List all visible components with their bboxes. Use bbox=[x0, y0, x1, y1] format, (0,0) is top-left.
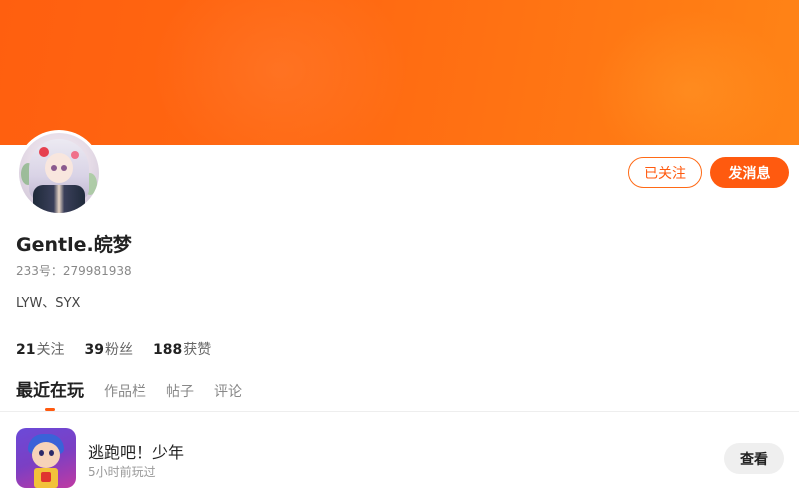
stat-number: 188 bbox=[152, 342, 183, 358]
game-icon-art-face bbox=[32, 442, 60, 468]
avatar-art-flower bbox=[39, 147, 49, 157]
profile-banner bbox=[0, 0, 799, 145]
game-icon-art-eye bbox=[49, 450, 54, 456]
stat-number: 21 bbox=[16, 342, 36, 358]
following-button[interactable]: 已关注 bbox=[628, 157, 702, 188]
profile-bio: LYW、SYX bbox=[16, 296, 81, 311]
stat-label: 粉丝 bbox=[104, 342, 133, 358]
banner-decoration bbox=[590, 10, 790, 145]
profile-stats: 21 关注 39 粉丝 188 获赞 bbox=[16, 339, 211, 359]
banner-decoration bbox=[150, 0, 410, 145]
tab-recently-played[interactable]: 最近在玩 bbox=[16, 376, 84, 411]
tab-label: 作品栏 bbox=[104, 384, 146, 400]
tab-works[interactable]: 作品栏 bbox=[104, 381, 146, 411]
profile-name: Gentle.皖梦 bbox=[16, 234, 132, 256]
game-icon-art-box bbox=[34, 468, 58, 488]
stat-following[interactable]: 21 关注 bbox=[16, 339, 64, 359]
stat-label: 获赞 bbox=[183, 342, 212, 358]
avatar[interactable] bbox=[16, 130, 102, 216]
tabs-divider bbox=[0, 411, 799, 412]
avatar-image bbox=[19, 133, 99, 213]
tab-label: 最近在玩 bbox=[16, 381, 84, 401]
stat-followers[interactable]: 39 粉丝 bbox=[84, 339, 132, 359]
tab-label: 评论 bbox=[214, 384, 242, 400]
avatar-art-face bbox=[45, 153, 73, 183]
game-icon[interactable] bbox=[16, 428, 76, 488]
tab-posts[interactable]: 帖子 bbox=[166, 381, 194, 411]
profile-tabs: 最近在玩 作品栏 帖子 评论 bbox=[16, 376, 242, 411]
avatar-art-kimono bbox=[33, 185, 85, 213]
view-game-button[interactable]: 查看 bbox=[724, 443, 784, 474]
game-icon-art-eye bbox=[39, 450, 44, 456]
last-played-time: 5小时前玩过 bbox=[88, 465, 156, 479]
tab-label: 帖子 bbox=[166, 384, 194, 400]
stat-label: 关注 bbox=[36, 342, 65, 358]
list-item[interactable]: 逃跑吧！少年 5小时前玩过 查看 bbox=[16, 428, 786, 488]
avatar-art-eye bbox=[51, 165, 57, 171]
tab-comments[interactable]: 评论 bbox=[214, 381, 242, 411]
game-title: 逃跑吧！少年 bbox=[88, 443, 185, 462]
avatar-art-eye bbox=[61, 165, 67, 171]
avatar-art-flower bbox=[71, 151, 79, 159]
send-message-button[interactable]: 发消息 bbox=[710, 157, 789, 188]
user-id: 233号：279981938 bbox=[16, 264, 132, 278]
stat-number: 39 bbox=[84, 342, 104, 358]
stat-likes[interactable]: 188 获赞 bbox=[153, 339, 211, 359]
